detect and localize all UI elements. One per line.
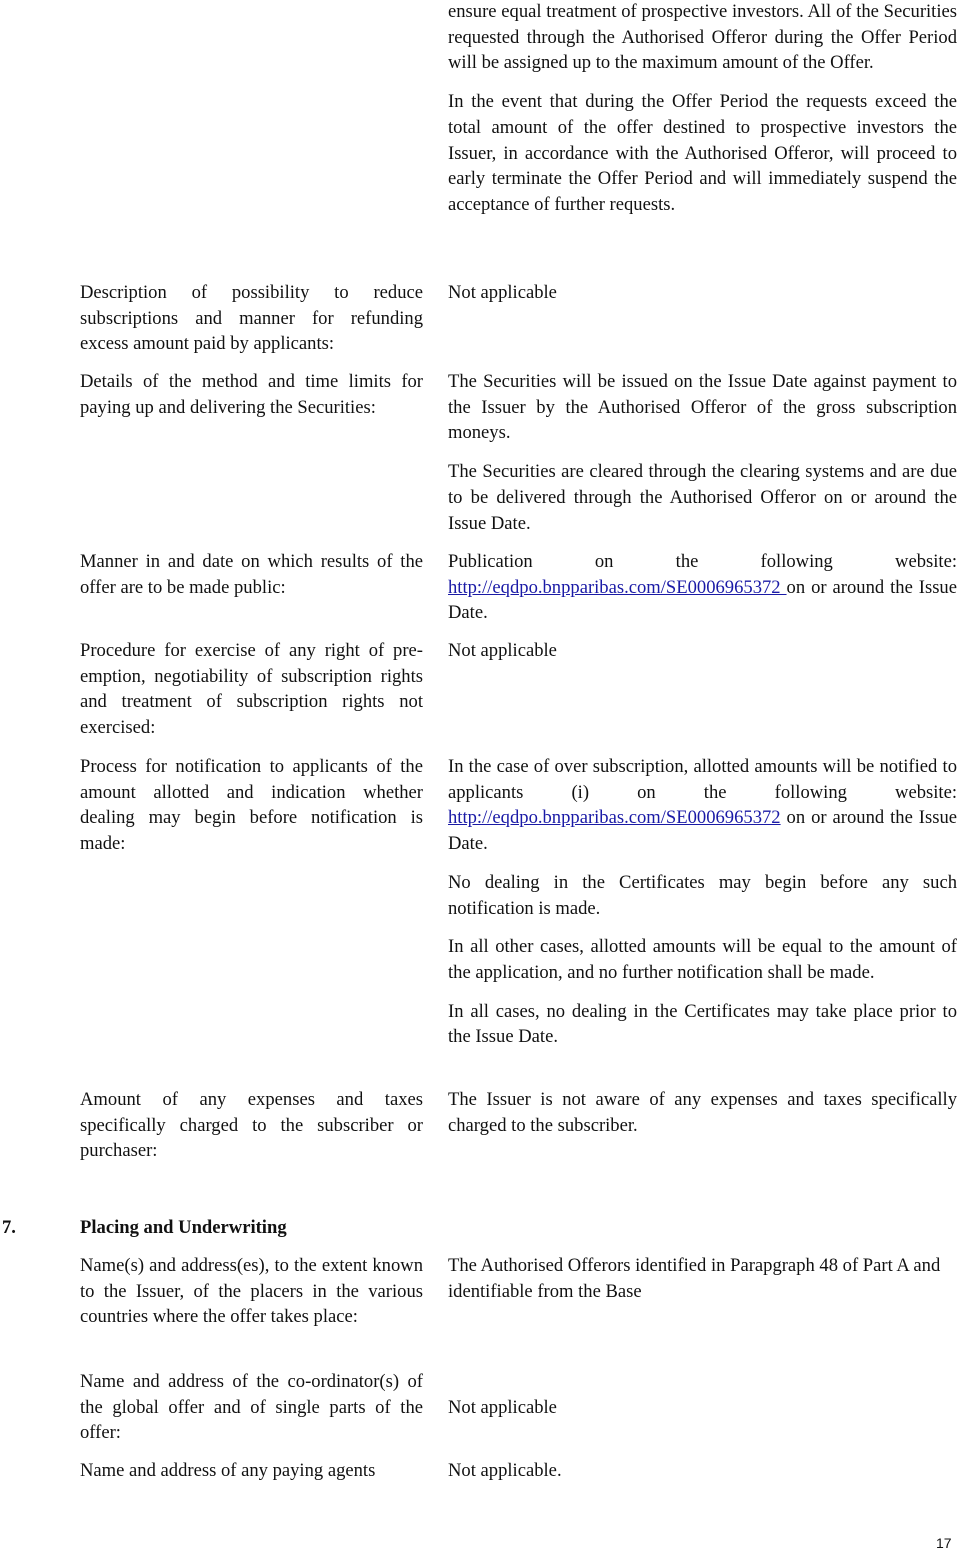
section-number: 7.	[2, 1217, 16, 1238]
value-placers: The Authorised Offerors identified in Pa…	[448, 1255, 941, 1302]
label-notification-process: Process for notification to applicants o…	[80, 756, 423, 855]
offer-allocation-text: ensure equal treatment of prospective in…	[448, 0, 957, 218]
value-coordinator: Not applicable	[448, 1397, 557, 1418]
label-coordinator: Name and address of the co-ordinator(s) …	[80, 1371, 423, 1444]
paragraph: No dealing in the Certificates may begin…	[448, 871, 957, 919]
paragraph: In all cases, no dealing in the Certific…	[448, 1000, 957, 1048]
allotment-website-link[interactable]: http://eqdpo.bnpparibas.com/SE0006965372	[448, 807, 781, 828]
text: In the case of over subscription, allott…	[448, 756, 957, 803]
label-pre-emption: Procedure for exercise of any right of p…	[80, 640, 423, 739]
paragraph: The Securities are cleared through the c…	[448, 461, 957, 534]
paragraph: Publication on the following website:	[448, 551, 957, 572]
paragraph: In the case of over subscription, allott…	[448, 754, 957, 857]
paragraph: The Securities will be issued on the Iss…	[448, 371, 957, 444]
value-results-public: Publication on the following website: ht…	[448, 549, 957, 626]
value-reduce-subscriptions: Not applicable	[448, 282, 557, 303]
paragraph: ensure equal treatment of prospective in…	[448, 1, 957, 74]
section-title: Placing and Underwriting	[80, 1217, 287, 1238]
value-pre-emption: Not applicable	[448, 640, 557, 661]
value-paying-agents: Not applicable.	[448, 1460, 562, 1481]
paragraph: In all other cases, allotted amounts wil…	[448, 936, 957, 983]
label-paying-agents: Name and address of any paying agents	[80, 1460, 376, 1481]
page-number: 17	[936, 1535, 952, 1551]
value-expenses-taxes: The Issuer is not aware of any expenses …	[448, 1089, 957, 1136]
label-expenses-taxes: Amount of any expenses and taxes specifi…	[80, 1089, 423, 1162]
value-notification-process: In the case of over subscription, allott…	[448, 754, 957, 1050]
value-payment-delivery: The Securities will be issued on the Iss…	[448, 369, 957, 536]
label-payment-delivery: Details of the method and time limits fo…	[80, 371, 423, 418]
label-reduce-subscriptions: Description of possibility to reduce sub…	[80, 282, 423, 355]
label-results-public: Manner in and date on which results of t…	[80, 551, 423, 598]
paragraph: In the event that during the Offer Perio…	[448, 91, 957, 215]
results-website-link[interactable]: http://eqdpo.bnpparibas.com/SE0006965372	[448, 577, 787, 598]
label-placers: Name(s) and address(es), to the extent k…	[80, 1255, 423, 1328]
paragraph: http://eqdpo.bnpparibas.com/SE0006965372…	[448, 575, 957, 626]
